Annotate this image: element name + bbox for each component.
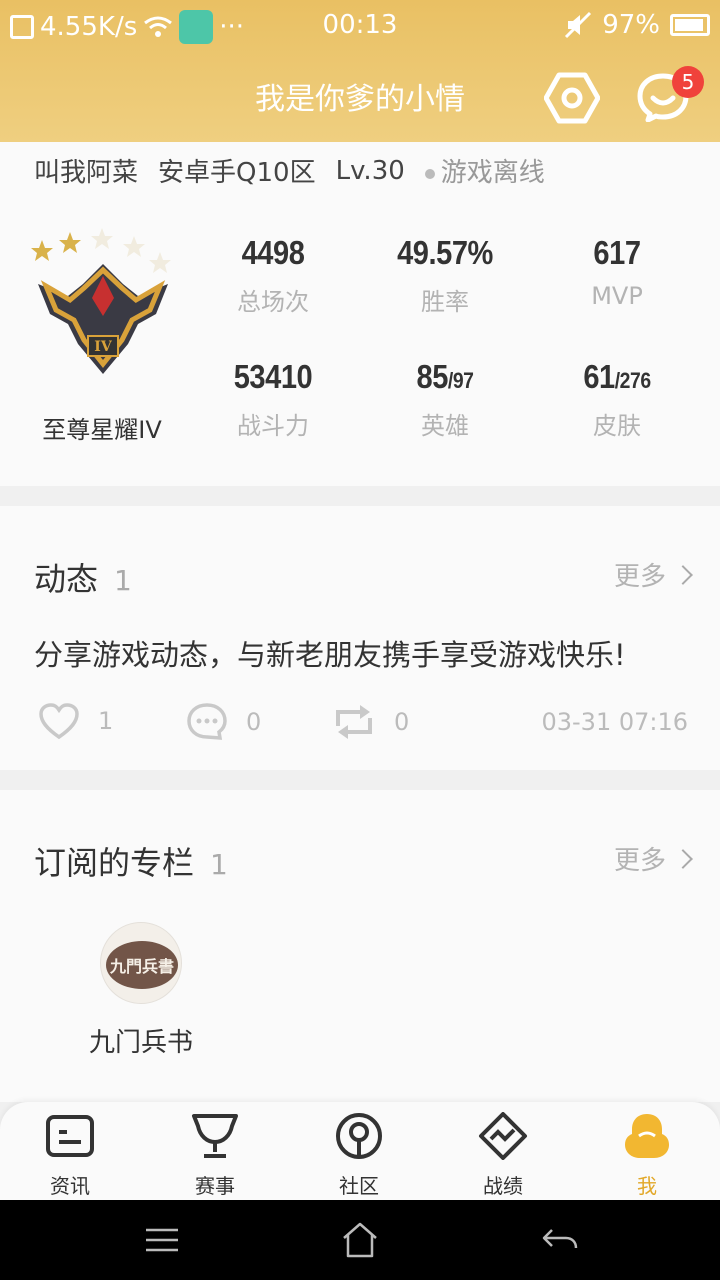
stat-mvp[interactable]: 617 MVP [532, 234, 702, 310]
column-name[interactable]: 九门兵书 [60, 1022, 222, 1059]
status-bar: 4.55K/s ··· 00:13 97% [0, 0, 720, 52]
profile-card: 叫我阿菜 安卓手Q10区 Lv.30 游戏离线 IV 至尊星耀IV 4498 总… [0, 142, 720, 486]
dynamics-count: 1 [114, 564, 132, 597]
record-icon [479, 1112, 527, 1160]
tab-community[interactable]: 社区 [299, 1112, 419, 1199]
user-info-line: 叫我阿菜 安卓手Q10区 Lv.30 游戏离线 [34, 152, 545, 189]
server: 安卓手Q10区 [158, 158, 316, 188]
share-button[interactable]: 0 [332, 702, 409, 742]
columns-title: 订阅的专栏 1 [34, 844, 228, 882]
status-dot [424, 168, 435, 179]
level: Lv.30 [335, 155, 405, 186]
stat-win-rate[interactable]: 49.57% 胜率 [360, 234, 530, 317]
me-icon [625, 1114, 669, 1158]
menu-icon[interactable] [142, 1220, 182, 1260]
rank-emblem-icon[interactable]: IV [28, 224, 178, 389]
heart-icon [39, 703, 79, 740]
mute-icon [565, 11, 592, 39]
battery-percent: 97% [602, 10, 660, 40]
tab-news[interactable]: 资讯 [10, 1112, 130, 1199]
rank-tier-text: IV [94, 339, 113, 355]
jiumen-logo-icon: 九門兵書 [106, 941, 178, 989]
share-count: 0 [394, 708, 410, 736]
page-title: 我是你爹的小情 [255, 82, 465, 117]
online-status: 游戏离线 [424, 152, 545, 189]
home-icon[interactable] [340, 1220, 380, 1260]
svg-text:九門兵書: 九門兵書 [109, 957, 174, 976]
tab-events[interactable]: 赛事 [155, 1112, 275, 1199]
battery-icon [670, 14, 710, 36]
dynamics-card: 动态 1 更多 分享游戏动态，与新老朋友携手享受游戏快乐! 1 0 0 03-31… [0, 506, 720, 770]
like-button[interactable]: 1 [38, 702, 113, 740]
repost-icon [336, 705, 372, 739]
dynamics-more-link[interactable]: 更多 [614, 556, 693, 593]
comment-icon [187, 703, 227, 740]
columns-card: 订阅的专栏 1 更多 九門兵書 九门兵书 [0, 790, 720, 1102]
columns-more-link[interactable]: 更多 [614, 840, 693, 877]
post-text[interactable]: 分享游戏动态，与新老朋友携手享受游戏快乐! [34, 632, 626, 674]
post-timestamp: 03-31 07:16 [541, 708, 688, 736]
stat-total-games[interactable]: 4498 总场次 [188, 234, 358, 317]
stat-power[interactable]: 53410 战斗力 [188, 358, 358, 441]
like-count: 1 [98, 707, 114, 735]
stat-skins[interactable]: 61/276 皮肤 [532, 358, 702, 441]
chevron-right-icon [673, 848, 693, 869]
clock: 00:13 [322, 10, 398, 40]
comment-button[interactable]: 0 [186, 702, 261, 742]
dynamics-title: 动态 1 [34, 560, 132, 598]
comment-count: 0 [246, 708, 262, 736]
settings-hex-icon[interactable] [544, 72, 600, 124]
header: 4.55K/s ··· 00:13 97% 我是你爹的小情 5 [0, 0, 720, 142]
bottom-tab-bar: 资讯 赛事 社区 战绩 我 [0, 1102, 720, 1200]
news-icon [46, 1115, 94, 1157]
trophy-icon [192, 1114, 238, 1158]
nickname: 叫我阿菜 [34, 158, 139, 188]
message-badge: 5 [672, 66, 704, 98]
community-icon [336, 1113, 382, 1159]
stat-heroes[interactable]: 85/97 英雄 [360, 358, 530, 441]
columns-count: 1 [210, 848, 228, 881]
rank-name: 至尊星耀IV [42, 416, 162, 444]
system-nav-bar [0, 1200, 720, 1280]
chevron-right-icon [673, 564, 693, 585]
column-logo[interactable]: 九門兵書 [100, 922, 182, 1004]
back-icon[interactable] [540, 1220, 580, 1260]
tab-records[interactable]: 战绩 [443, 1112, 563, 1199]
tab-me[interactable]: 我 [587, 1112, 707, 1199]
